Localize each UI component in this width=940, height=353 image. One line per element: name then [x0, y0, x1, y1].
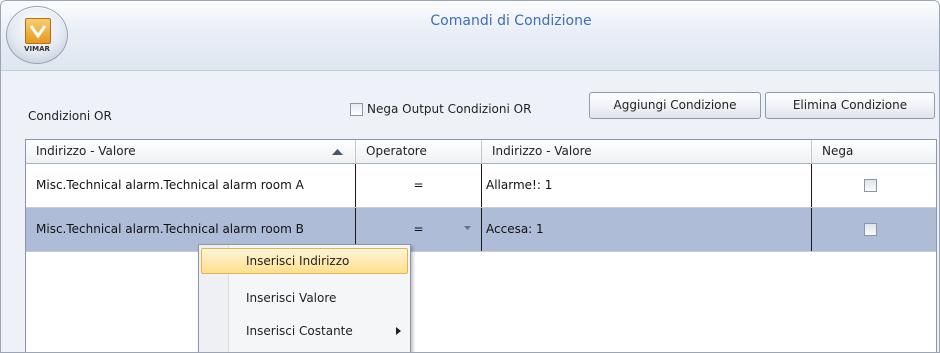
column-header-operator[interactable]: Operatore	[356, 140, 482, 164]
value-cell[interactable]: Accesa: 1	[482, 208, 812, 251]
column-header-negate[interactable]: Nega	[812, 140, 936, 164]
menu-item-insert-constant-label: Inserisci Costante	[246, 324, 353, 338]
column-header-value[interactable]: Indirizzo - Valore	[482, 140, 812, 164]
context-menu: Inserisci Indirizzo Inserisci Valore Ins…	[198, 244, 411, 352]
menu-item-insert-address[interactable]: Inserisci Indirizzo	[201, 248, 408, 274]
negate-output-toggle[interactable]: Nega Output Condizioni OR	[350, 99, 531, 119]
menu-item-insert-value[interactable]: Inserisci Valore	[201, 285, 408, 311]
window-title: Comandi di Condizione	[430, 13, 592, 29]
table-row[interactable]: Misc.Technical alarm.Technical alarm roo…	[26, 164, 936, 208]
condition-commands-window: VIMAR Comandi di Condizione Condizioni O…	[0, 0, 940, 353]
vimar-logo-icon	[25, 18, 51, 44]
add-condition-button[interactable]: Aggiungi Condizione	[589, 92, 761, 119]
grid-header: Indirizzo - Valore Operatore Indirizzo -…	[26, 140, 936, 164]
column-header-address-label: Indirizzo - Valore	[36, 144, 136, 158]
negate-output-checkbox[interactable]	[350, 102, 363, 116]
address-cell[interactable]: Misc.Technical alarm.Technical alarm roo…	[26, 164, 356, 207]
operator-value: =	[413, 222, 424, 236]
conditions-grid: Indirizzo - Valore Operatore Indirizzo -…	[25, 139, 937, 352]
negate-cell	[812, 208, 936, 251]
table-row-selected[interactable]: Misc.Technical alarm.Technical alarm roo…	[26, 208, 936, 252]
title-bar: VIMAR Comandi di Condizione	[1, 1, 939, 71]
negate-output-label: Nega Output Condizioni OR	[367, 102, 532, 116]
negate-cell	[812, 164, 936, 207]
app-logo-label: VIMAR	[24, 45, 50, 53]
menu-item-insert-constant[interactable]: Inserisci Costante	[201, 318, 408, 344]
submenu-arrow-icon	[396, 327, 401, 335]
column-header-address[interactable]: Indirizzo - Valore	[26, 140, 356, 164]
value-cell[interactable]: Allarme!: 1	[482, 164, 812, 207]
negate-checkbox[interactable]	[864, 223, 877, 236]
app-menu-button[interactable]: VIMAR	[6, 6, 68, 64]
sort-ascending-icon	[332, 149, 343, 155]
negate-checkbox[interactable]	[864, 179, 877, 192]
or-conditions-label: Condizioni OR	[28, 109, 112, 123]
delete-condition-button[interactable]: Elimina Condizione	[765, 92, 935, 119]
operator-cell[interactable]: =	[356, 164, 482, 207]
chevron-down-icon[interactable]	[464, 226, 471, 230]
